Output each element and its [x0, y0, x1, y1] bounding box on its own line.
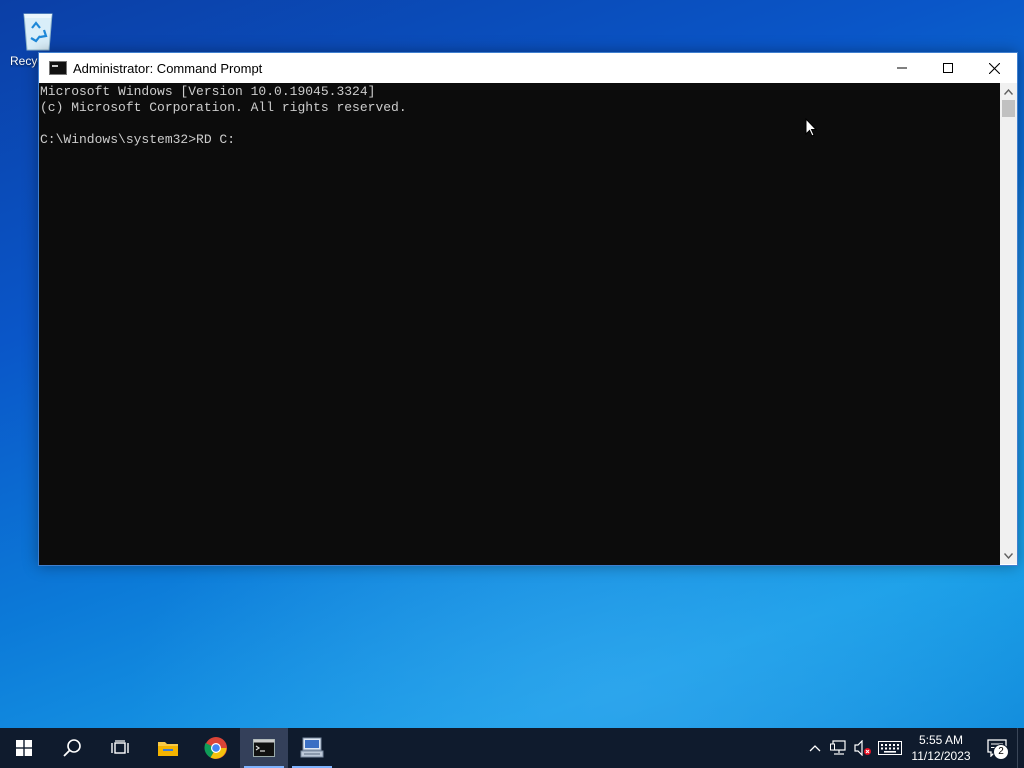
- task-view-button[interactable]: [96, 728, 144, 768]
- console-line: (c) Microsoft Corporation. All rights re…: [40, 100, 407, 115]
- close-icon: [988, 62, 1000, 74]
- clock-time: 5:55 AM: [918, 733, 964, 747]
- taskbar: 5:55 AM 11/12/2023 2: [0, 728, 1024, 768]
- start-icon: [16, 740, 32, 756]
- network-icon: [830, 740, 846, 755]
- taskbar-clock[interactable]: 5:55 AM 11/12/2023: [909, 732, 973, 764]
- window-titlebar[interactable]: Administrator: Command Prompt: [39, 53, 1017, 83]
- cmd-title-icon: [49, 61, 67, 75]
- command-prompt-taskbar-button[interactable]: [240, 728, 288, 768]
- start-button[interactable]: [0, 728, 48, 768]
- volume-tray-button[interactable]: [851, 728, 875, 768]
- keyboard-tray-button[interactable]: [875, 728, 905, 768]
- window-controls: [879, 53, 1017, 83]
- file-explorer-taskbar-button[interactable]: [144, 728, 192, 768]
- scroll-down-button[interactable]: [1000, 547, 1017, 564]
- window-title: Administrator: Command Prompt: [73, 60, 263, 76]
- console-output[interactable]: Microsoft Windows [Version 10.0.19045.33…: [39, 83, 1000, 565]
- maximize-icon: [943, 63, 953, 73]
- search-button[interactable]: [48, 728, 96, 768]
- search-icon: [63, 739, 81, 757]
- close-button[interactable]: [971, 53, 1017, 83]
- notification-count-badge: 2: [993, 744, 1009, 760]
- maximize-button[interactable]: [925, 53, 971, 83]
- console-line: Microsoft Windows [Version 10.0.19045.33…: [40, 84, 376, 99]
- chevron-up-icon: [809, 745, 821, 752]
- scrollbar-thumb[interactable]: [1002, 100, 1015, 117]
- show-hidden-icons-button[interactable]: [803, 728, 827, 768]
- chrome-icon: [204, 737, 227, 759]
- volume-muted-icon: [854, 740, 871, 756]
- command-prompt-icon: [253, 739, 275, 757]
- action-center-button[interactable]: 2: [977, 728, 1017, 768]
- network-app-icon: [300, 737, 324, 758]
- minimize-button[interactable]: [879, 53, 925, 83]
- recycle-bin-icon: [18, 6, 58, 52]
- network-tray-button[interactable]: [827, 728, 851, 768]
- chrome-taskbar-button[interactable]: [192, 728, 240, 768]
- chevron-down-icon: [1004, 552, 1013, 559]
- mouse-cursor-icon: [805, 117, 818, 142]
- vertical-scrollbar[interactable]: [1000, 83, 1017, 564]
- keyboard-icon: [878, 741, 902, 755]
- scroll-up-button[interactable]: [1000, 83, 1017, 100]
- task-view-icon: [111, 740, 129, 754]
- network-app-taskbar-button[interactable]: [288, 728, 336, 768]
- chevron-up-icon: [1004, 88, 1013, 95]
- command-prompt-window[interactable]: Administrator: Command Prompt Microsoft …: [38, 52, 1018, 566]
- clock-date: 11/12/2023: [911, 749, 971, 763]
- file-explorer-icon: [158, 742, 178, 756]
- system-tray: 5:55 AM 11/12/2023 2: [803, 728, 1024, 768]
- show-desktop-button[interactable]: [1017, 728, 1024, 768]
- minimize-icon: [897, 67, 907, 69]
- console-prompt-line: C:\Windows\system32>RD C:: [40, 132, 236, 147]
